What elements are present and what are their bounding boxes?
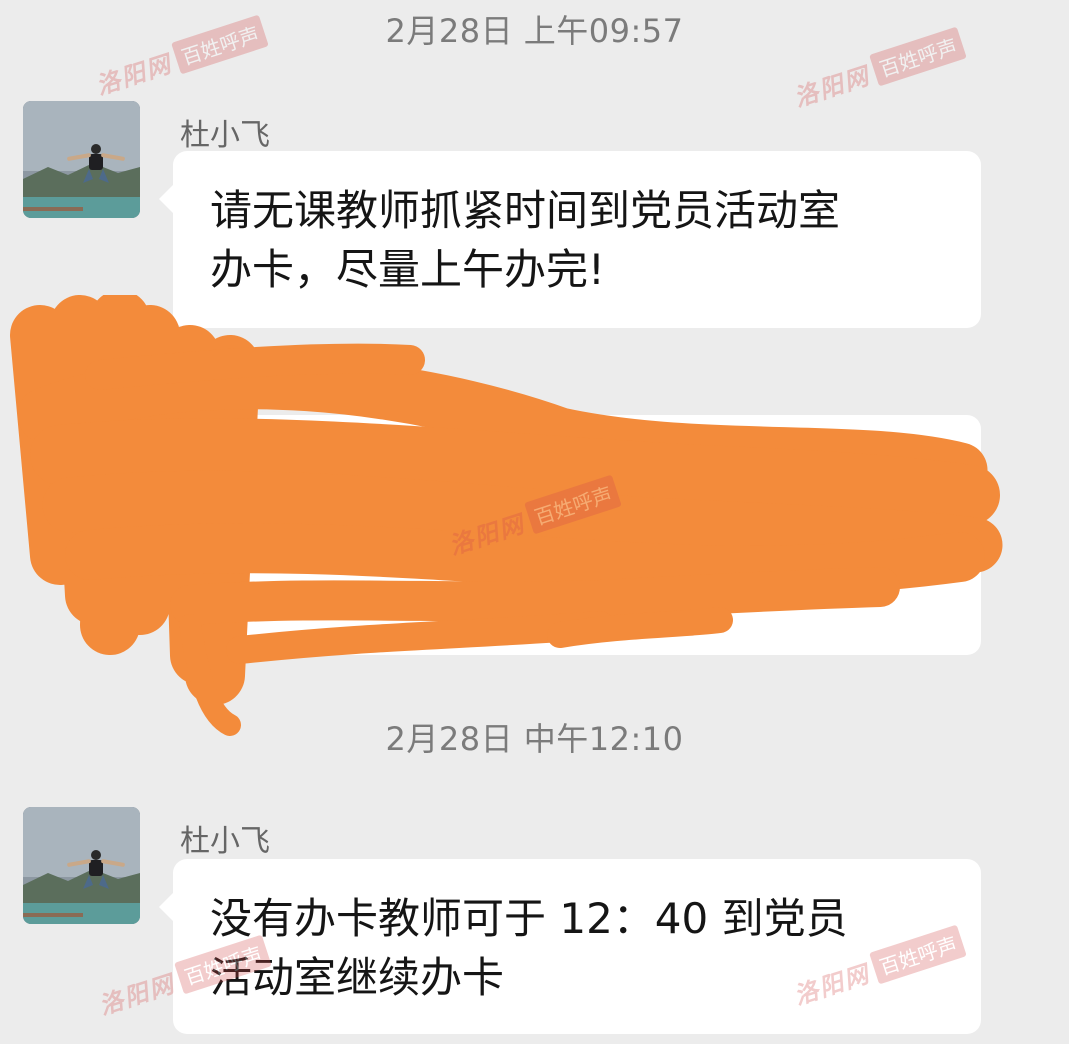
sender-avatar[interactable] [23,101,140,218]
chat-window: 2月28日 上午09:57 杜小飞 请无课教师抓紧时间到党员活动室 办卡，尽量上… [0,0,1069,1044]
message-text: 没有办卡教师可于 12：40 到党员 活动室继续办卡 [210,894,848,1002]
watermark-site: 洛阳网 [92,48,176,101]
sender-avatar[interactable] [23,807,140,924]
message-timestamp: 2月28日 中午12:10 [385,720,684,758]
message-bubble[interactable]: 没有办卡教师可于 12：40 到党员 活动室继续办卡 [159,859,981,1034]
sender-name: 杜小飞 [180,824,270,859]
avatar-photo [23,807,140,924]
watermark-site: 洛阳网 [790,60,874,113]
avatar-photo [23,101,140,218]
watermark-site: 洛阳网 [95,968,179,1021]
message-bubble[interactable]: 请无课教师抓紧时间到党员活动室 办卡，尽量上午办完! [159,151,981,328]
sender-name: 杜小飞 [180,118,270,153]
redacted-message-bubble[interactable] [159,415,981,655]
message-timestamp: 2月28日 上午09:57 [385,12,684,50]
message-text: 请无课教师抓紧时间到党员活动室 办卡，尽量上午办完! [210,186,841,294]
